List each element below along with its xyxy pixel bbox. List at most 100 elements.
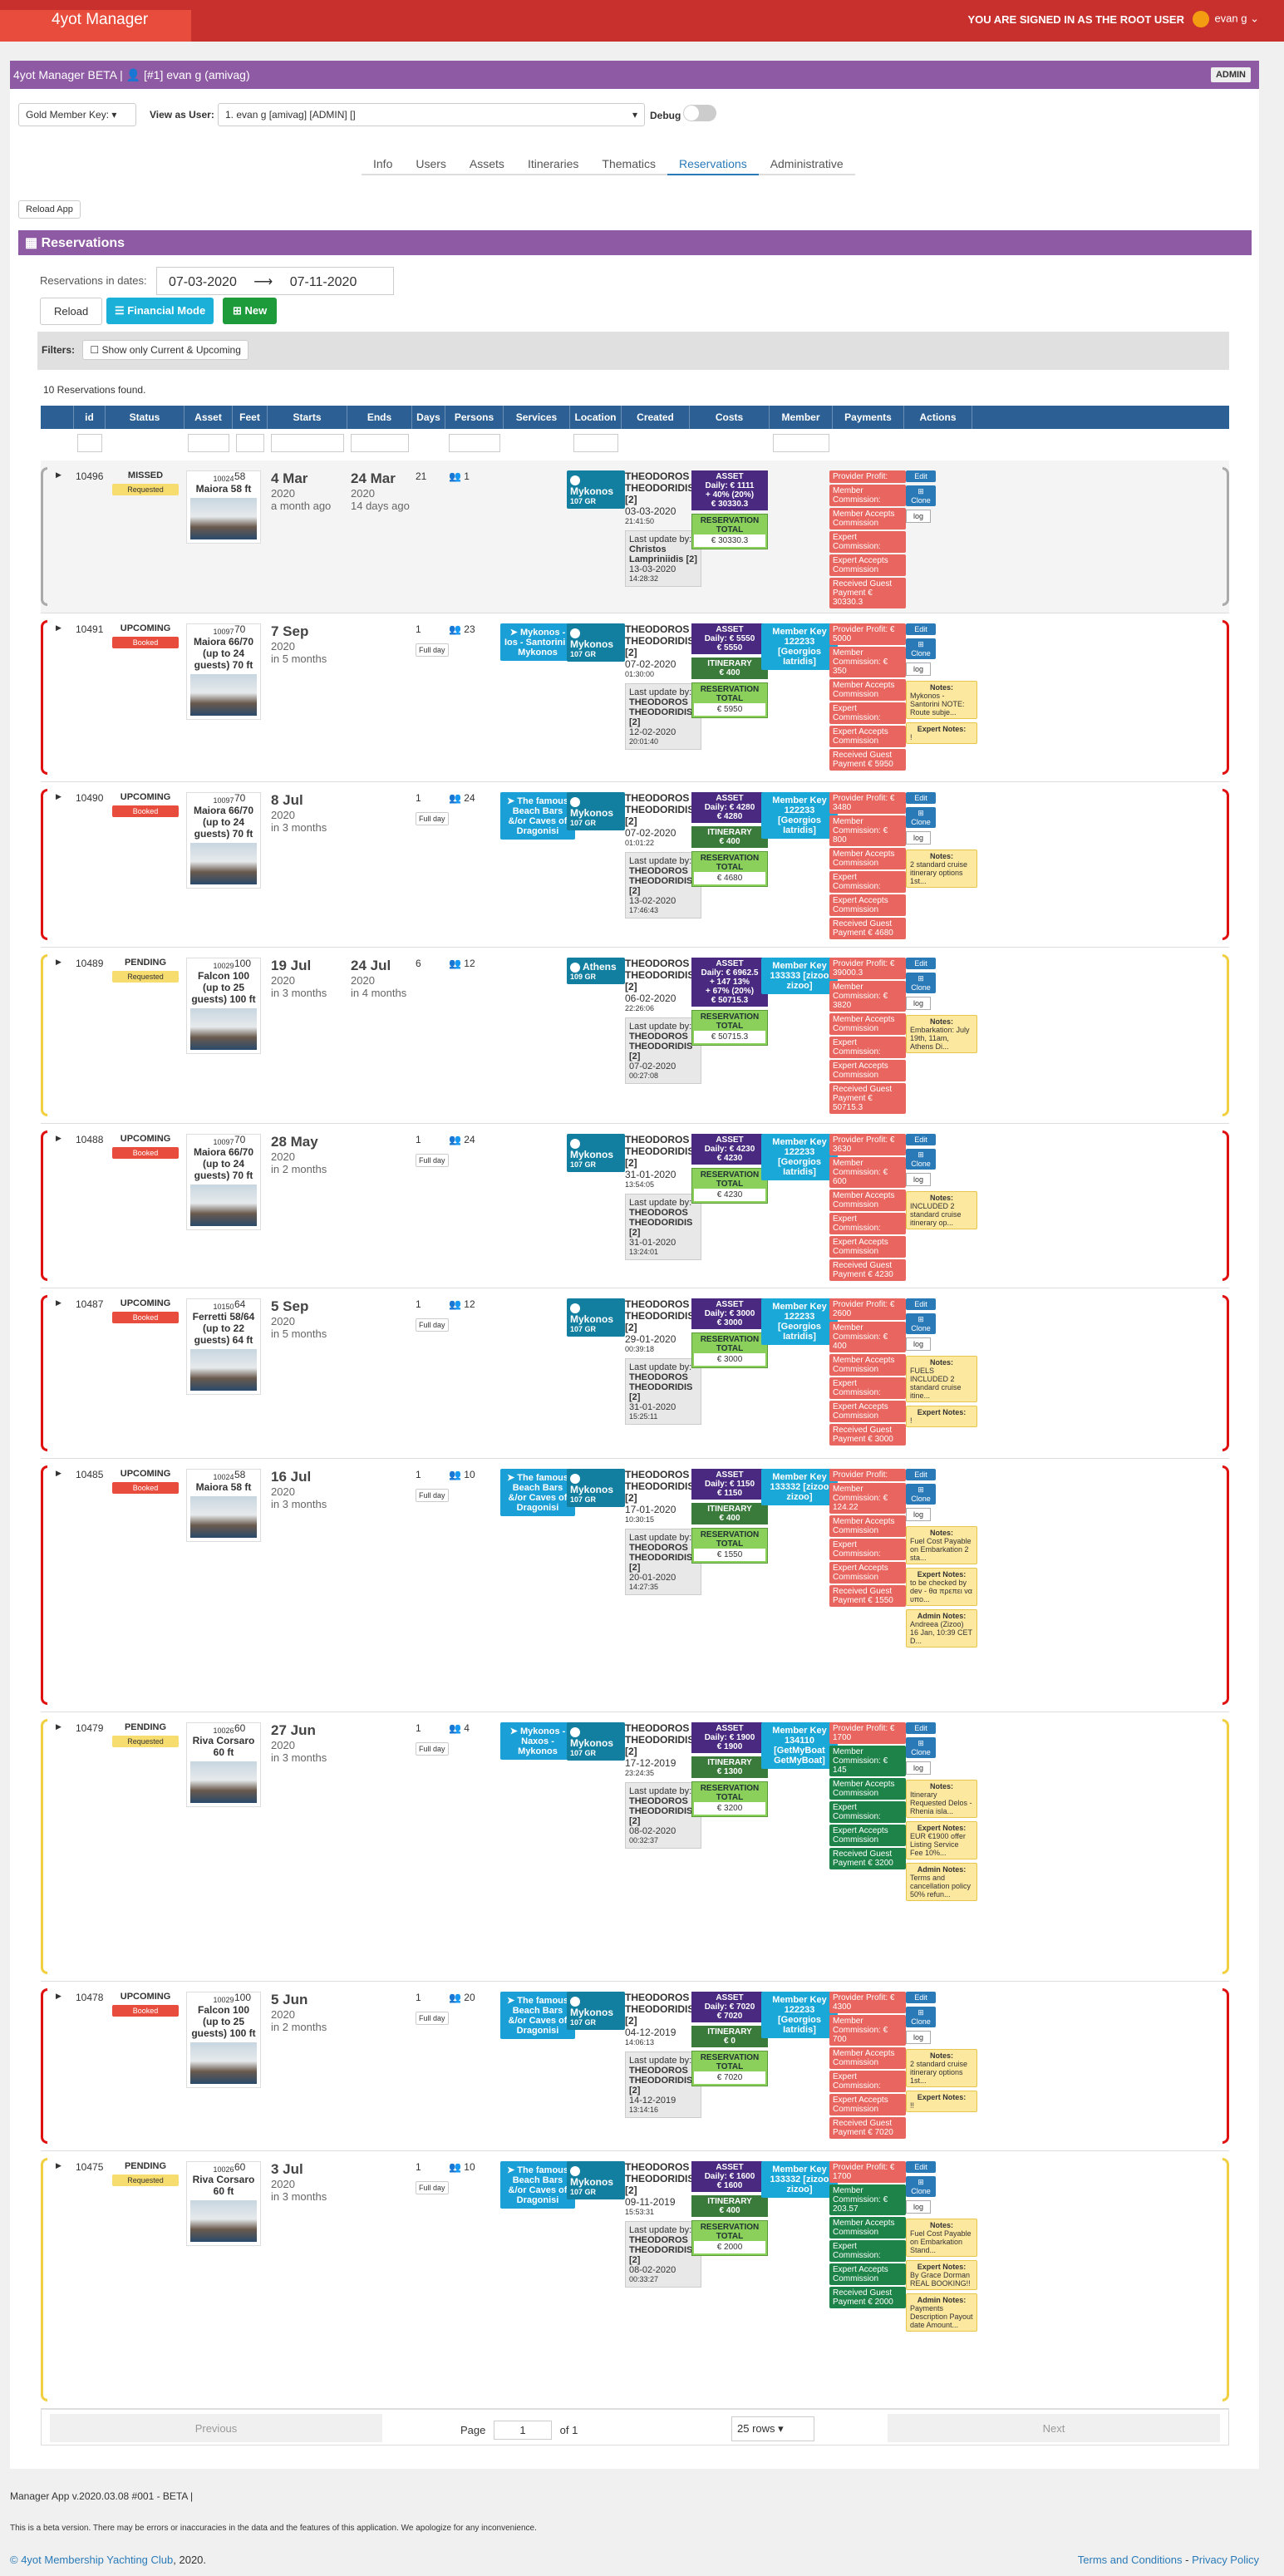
member-badge[interactable]: Member Key 134110 [GetMyBoat GetMyBoat] (761, 1722, 838, 1769)
service-badge[interactable]: ➤ The famous Beach Bars &/or Caves of Dr… (500, 792, 575, 840)
log-button[interactable]: log (906, 2200, 931, 2214)
service-badge[interactable]: ➤ Mykonos - Naxos - Mykonos (500, 1722, 575, 1760)
new-reservation-button[interactable]: ⊞ New (223, 298, 278, 324)
user-menu[interactable]: evan g ⌄ (1193, 11, 1259, 27)
tab-assets[interactable]: Assets (457, 154, 516, 175)
edit-button[interactable]: Edit (906, 1298, 936, 1310)
asset-card[interactable]: 10024 Maiora 58 ft (186, 470, 261, 544)
service-badge[interactable]: ➤ The famous Beach Bars &/or Caves of Dr… (500, 2161, 575, 2209)
asset-card[interactable]: 10024 Maiora 58 ft (186, 1469, 261, 1542)
tab-administrative[interactable]: Administrative (758, 154, 855, 175)
column-filter-input[interactable] (77, 434, 102, 452)
clone-button[interactable]: ⊞ Clone (906, 1737, 936, 1758)
debug-toggle[interactable] (683, 105, 716, 121)
reload-app-button[interactable]: Reload App (18, 200, 81, 219)
column-header[interactable]: Ends (347, 406, 412, 429)
gold-member-key-select[interactable]: Gold Member Key: ▾ (18, 103, 136, 126)
tab-reservations[interactable]: Reservations (667, 154, 759, 175)
location-badge[interactable]: Mykonos 107 GR (567, 1469, 625, 1507)
member-badge[interactable]: Member Key 122233 [Georgios Iatridis] (761, 1134, 838, 1180)
column-header[interactable]: Status (106, 406, 184, 429)
expand-row-icon[interactable]: ▶ (56, 1298, 61, 1308)
clone-button[interactable]: ⊞ Clone (906, 1484, 936, 1505)
column-filter-input[interactable] (351, 434, 409, 452)
privacy-link[interactable]: Privacy Policy (1192, 2554, 1259, 2566)
previous-page-button[interactable]: Previous (50, 2414, 382, 2442)
tab-users[interactable]: Users (404, 154, 458, 175)
member-badge[interactable]: Member Key 122233 [Georgios Iatridis] (761, 1992, 838, 2038)
location-badge[interactable]: Mykonos 107 GR (567, 1722, 625, 1761)
column-header[interactable]: Persons (445, 406, 504, 429)
member-badge[interactable]: Member Key 133333 [zizoo zizoo] (761, 958, 838, 994)
expand-row-icon[interactable]: ▶ (56, 470, 61, 480)
page-number-input[interactable]: 1 (494, 2421, 552, 2440)
asset-card[interactable]: 10150 Ferretti 58/64 (up to 22 guests) 64… (186, 1298, 261, 1395)
log-button[interactable]: log (906, 831, 931, 845)
member-badge[interactable]: Member Key 133332 [zizoo zizoo] (761, 2161, 838, 2198)
clone-button[interactable]: ⊞ Clone (906, 1313, 936, 1334)
edit-button[interactable]: Edit (906, 1992, 936, 2003)
club-link[interactable]: © 4yot Membership Yachting Club (10, 2554, 173, 2566)
asset-card[interactable]: 10026 Riva Corsaro 60 ft (186, 2161, 261, 2246)
column-filter-input[interactable] (188, 434, 229, 452)
column-header[interactable]: Asset (184, 406, 233, 429)
member-badge[interactable]: Member Key 122233 [Georgios Iatridis] (761, 1298, 838, 1345)
edit-button[interactable]: Edit (906, 792, 936, 804)
location-badge[interactable]: Athens 109 GR (567, 958, 625, 984)
asset-card[interactable]: 10097 Maiora 66/70 (up to 24 guests) 70 f… (186, 1134, 261, 1230)
column-filter-input[interactable] (449, 434, 500, 452)
expand-row-icon[interactable]: ▶ (56, 1992, 61, 2001)
location-badge[interactable]: Mykonos 107 GR (567, 1134, 625, 1172)
location-badge[interactable]: Mykonos 107 GR (567, 1298, 625, 1337)
financial-mode-button[interactable]: ☰ Financial Mode (106, 298, 214, 324)
location-badge[interactable]: Mykonos 107 GR (567, 2161, 625, 2199)
edit-button[interactable]: Edit (906, 1722, 936, 1734)
log-button[interactable]: log (906, 510, 931, 523)
clone-button[interactable]: ⊞ Clone (906, 807, 936, 828)
log-button[interactable]: log (906, 1508, 931, 1521)
expand-row-icon[interactable]: ▶ (56, 1469, 61, 1478)
column-header[interactable]: Costs (690, 406, 770, 429)
expand-row-icon[interactable]: ▶ (56, 958, 61, 967)
column-filter-input[interactable] (573, 434, 618, 452)
column-header[interactable]: Created (622, 406, 690, 429)
app-brand[interactable]: 4yot Manager (0, 10, 191, 42)
member-badge[interactable]: Member Key 122233 [Georgios Iatridis] (761, 623, 838, 670)
tab-info[interactable]: Info (362, 154, 405, 175)
column-filter-input[interactable] (271, 434, 344, 452)
rows-per-page-select[interactable]: 25 rows ▾ (731, 2416, 814, 2441)
tab-itineraries[interactable]: Itineraries (515, 154, 591, 175)
service-badge[interactable]: ➤ The famous Beach Bars &/or Caves of Dr… (500, 1992, 575, 2039)
log-button[interactable]: log (906, 2031, 931, 2044)
column-header[interactable]: Days (412, 406, 445, 429)
member-badge[interactable]: Member Key 122233 [Georgios Iatridis] (761, 792, 838, 839)
column-header[interactable]: Starts (268, 406, 347, 429)
service-badge[interactable]: ➤ The famous Beach Bars &/or Caves of Dr… (500, 1469, 575, 1516)
expand-row-icon[interactable]: ▶ (56, 2161, 61, 2170)
edit-button[interactable]: Edit (906, 470, 936, 482)
expand-row-icon[interactable]: ▶ (56, 1134, 61, 1143)
service-badge[interactable]: ➤ Mykonos - Ios - Santorini - Mykonos (500, 623, 575, 661)
tab-thematics[interactable]: Thematics (590, 154, 667, 175)
clone-button[interactable]: ⊞ Clone (906, 973, 936, 993)
asset-card[interactable]: 10097 Maiora 66/70 (up to 24 guests) 70 f… (186, 623, 261, 720)
edit-button[interactable]: Edit (906, 1134, 936, 1145)
location-badge[interactable]: Mykonos 107 GR (567, 792, 625, 830)
location-badge[interactable]: Mykonos 107 GR (567, 1992, 625, 2030)
column-header[interactable]: Location (570, 406, 622, 429)
location-badge[interactable]: Mykonos 107 GR (567, 623, 625, 662)
edit-button[interactable]: Edit (906, 623, 936, 635)
current-upcoming-filter[interactable]: ☐ Show only Current & Upcoming (82, 340, 248, 360)
column-header[interactable]: Member (770, 406, 833, 429)
date-range-picker[interactable]: 07-03-2020 ⟶ 07-11-2020 (156, 267, 394, 295)
log-button[interactable]: log (906, 1173, 931, 1186)
asset-card[interactable]: 10026 Riva Corsaro 60 ft (186, 1722, 261, 1807)
column-header[interactable]: Services (504, 406, 570, 429)
asset-card[interactable]: 10097 Maiora 66/70 (up to 24 guests) 70 f… (186, 792, 261, 889)
edit-button[interactable]: Edit (906, 2161, 936, 2173)
next-page-button[interactable]: Next (888, 2414, 1220, 2442)
expand-row-icon[interactable]: ▶ (56, 1722, 61, 1731)
log-button[interactable]: log (906, 1337, 931, 1351)
column-filter-input[interactable] (236, 434, 264, 452)
clone-button[interactable]: ⊞ Clone (906, 1149, 936, 1170)
